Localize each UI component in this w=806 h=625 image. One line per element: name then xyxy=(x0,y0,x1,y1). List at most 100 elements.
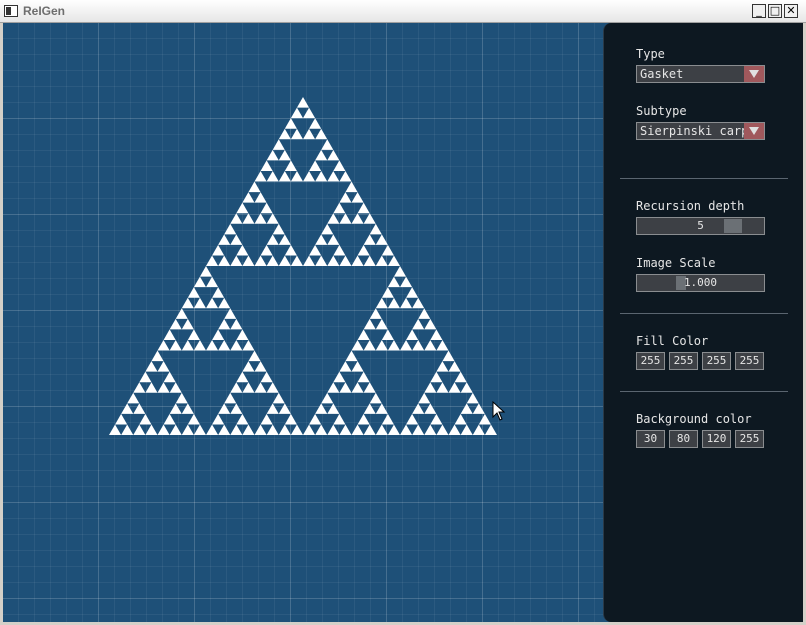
gasket-triangle xyxy=(363,213,376,224)
gasket-triangle xyxy=(248,350,261,362)
gasket-triangle xyxy=(163,413,176,425)
background-color-b[interactable]: 120 xyxy=(702,430,731,448)
gasket-triangle xyxy=(236,329,249,340)
gasket-triangle xyxy=(430,329,443,340)
gasket-triangle xyxy=(199,266,213,277)
gasket-triangle xyxy=(363,234,376,245)
recursion-depth-label: Recursion depth xyxy=(636,199,745,213)
gasket-triangle xyxy=(400,339,413,351)
subtype-dropdown[interactable]: Sierpinski carpet xyxy=(636,122,765,140)
gasket-triangle xyxy=(181,424,194,435)
gasket-triangle xyxy=(478,413,491,425)
gasket-triangle xyxy=(327,213,340,224)
gasket-triangle xyxy=(369,392,382,404)
gasket-triangle xyxy=(400,297,413,309)
gasket-triangle xyxy=(278,149,291,161)
fill-color-a[interactable]: 255 xyxy=(735,352,764,370)
gasket-triangle xyxy=(254,192,267,203)
title-bar[interactable]: ReIGen _ □ ✕ xyxy=(0,0,806,23)
gasket-triangle xyxy=(218,255,231,266)
image-scale-label: Image Scale xyxy=(636,256,716,270)
gasket-triangle xyxy=(290,128,303,140)
chevron-down-icon[interactable] xyxy=(744,123,764,139)
gasket-triangle xyxy=(357,244,370,256)
gasket-triangle xyxy=(339,424,352,435)
gasket-triangle xyxy=(375,403,388,414)
fill-color-g[interactable]: 255 xyxy=(669,352,698,370)
gasket-triangle xyxy=(436,382,449,393)
gasket-triangle xyxy=(266,170,279,182)
gasket-triangle xyxy=(242,361,255,372)
gasket-triangle xyxy=(212,287,225,298)
gasket-triangle xyxy=(206,276,219,288)
fill-color-r[interactable]: 255 xyxy=(636,352,665,370)
gasket-triangle xyxy=(169,382,182,393)
gasket-triangle xyxy=(254,170,267,182)
gasket-triangle xyxy=(339,255,352,266)
gasket-triangle xyxy=(381,287,394,298)
settings-panel: Type Gasket Subtype Sierpinski carpet Re… xyxy=(603,23,803,622)
gasket-triangle xyxy=(448,382,461,393)
gasket-triangle xyxy=(375,255,388,266)
gasket-triangle xyxy=(230,318,243,330)
gasket-triangle xyxy=(187,287,200,298)
gasket-triangle xyxy=(309,118,322,129)
gasket-triangle xyxy=(315,128,328,140)
type-value: Gasket xyxy=(640,67,684,81)
background-color-a[interactable]: 255 xyxy=(735,430,764,448)
background-color-g[interactable]: 80 xyxy=(669,430,698,448)
gasket-triangle xyxy=(115,413,128,425)
gasket-triangle xyxy=(193,424,206,435)
gasket-triangle xyxy=(363,255,376,266)
gasket-triangle xyxy=(133,382,146,393)
gasket-triangle xyxy=(218,297,231,309)
sierpinski-gasket xyxy=(109,97,497,435)
gasket-triangle xyxy=(278,403,291,414)
gasket-triangle xyxy=(333,160,346,171)
gasket-triangle xyxy=(169,424,182,435)
gasket-triangle xyxy=(242,255,255,266)
gasket-triangle xyxy=(454,371,467,383)
gasket-triangle xyxy=(242,424,255,435)
gasket-triangle xyxy=(230,234,243,245)
gasket-triangle xyxy=(424,403,437,414)
fill-color-b[interactable]: 255 xyxy=(702,352,731,370)
gasket-triangle xyxy=(321,392,334,404)
gasket-triangle xyxy=(218,234,231,245)
gasket-triangle xyxy=(412,403,425,414)
gasket-triangle xyxy=(230,339,243,351)
chevron-down-icon[interactable] xyxy=(744,66,764,82)
gasket-triangle xyxy=(266,234,279,245)
gasket-triangle xyxy=(400,276,413,288)
gasket-triangle xyxy=(193,297,206,309)
gasket-triangle xyxy=(412,318,425,330)
gasket-triangle xyxy=(224,308,237,319)
gasket-triangle xyxy=(472,403,485,414)
image-scale-slider[interactable]: 1.000 xyxy=(636,274,765,292)
gasket-triangle xyxy=(187,329,200,340)
gasket-triangle xyxy=(387,276,400,288)
recursion-depth-value: 5 xyxy=(697,219,704,232)
gasket-triangle xyxy=(169,318,182,330)
recursion-depth-slider[interactable]: 5 xyxy=(636,217,765,235)
gasket-triangle xyxy=(272,392,285,404)
gasket-triangle xyxy=(236,244,249,256)
background-color-r[interactable]: 30 xyxy=(636,430,665,448)
type-dropdown[interactable]: Gasket xyxy=(636,65,765,83)
maximize-button[interactable]: □ xyxy=(768,4,782,18)
gasket-triangle xyxy=(218,403,231,414)
gasket-triangle xyxy=(236,413,249,425)
gasket-triangle xyxy=(327,424,340,435)
gasket-triangle xyxy=(406,329,419,340)
gasket-triangle xyxy=(351,213,364,224)
minimize-button[interactable]: _ xyxy=(752,4,766,18)
gasket-triangle xyxy=(206,424,219,435)
gasket-triangle xyxy=(357,413,370,425)
gasket-triangle xyxy=(218,339,231,351)
gasket-triangle xyxy=(278,128,291,140)
gasket-triangle xyxy=(339,361,352,372)
gasket-triangle xyxy=(254,424,267,435)
close-button[interactable]: ✕ xyxy=(784,4,798,18)
gasket-triangle xyxy=(230,255,243,266)
gasket-triangle xyxy=(339,213,352,224)
